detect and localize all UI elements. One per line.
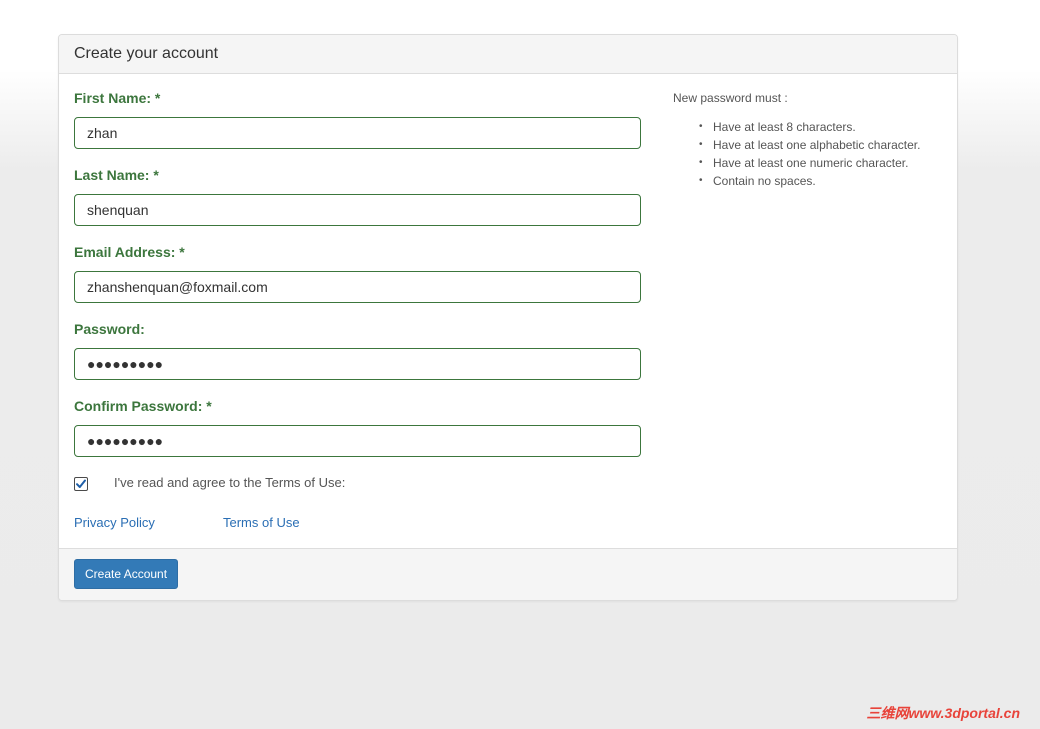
create-account-panel: Create your account First Name: * zhan L… (58, 34, 958, 601)
privacy-policy-link[interactable]: Privacy Policy (74, 515, 155, 530)
page-title: Create your account (74, 45, 219, 62)
last-name-label: Last Name: * (74, 167, 159, 183)
confirm-password-label: Confirm Password: * (74, 398, 212, 414)
first-name-value: zhan (87, 125, 118, 141)
create-account-button[interactable]: Create Account (74, 559, 179, 589)
password-label: Password: (74, 321, 145, 337)
password-input[interactable]: ●●●●●●●●● (74, 348, 641, 380)
last-name-value: shenquan (87, 202, 149, 218)
password-rules-title: New password must : (673, 91, 788, 105)
email-input[interactable]: zhanshenquan@foxmail.com (74, 271, 641, 303)
email-label: Email Address: * (74, 244, 185, 260)
terms-agree-label: I've read and agree to the Terms of Use: (114, 475, 346, 490)
panel-footer: Create Account (59, 548, 957, 600)
panel-heading: Create your account (59, 35, 957, 74)
email-value: zhanshenquan@foxmail.com (87, 279, 268, 295)
terms-checkbox[interactable] (74, 477, 88, 491)
password-rule-item: Have at least one numeric character. (691, 154, 920, 172)
watermark: 三维网www.3dportal.cn (866, 705, 1021, 721)
password-value: ●●●●●●●●● (87, 356, 164, 372)
confirm-password-value: ●●●●●●●●● (87, 433, 164, 449)
confirm-password-input[interactable]: ●●●●●●●●● (74, 425, 641, 457)
last-name-input[interactable]: shenquan (74, 194, 641, 226)
first-name-input[interactable]: zhan (74, 117, 641, 149)
terms-of-use-link[interactable]: Terms of Use (223, 515, 300, 530)
first-name-label: First Name: * (74, 90, 161, 106)
password-rules-list: Have at least 8 characters. Have at leas… (691, 118, 920, 190)
password-rule-item: Have at least one alphabetic character. (691, 136, 920, 154)
checkmark-icon (76, 479, 86, 488)
password-rule-item: Contain no spaces. (691, 172, 920, 190)
password-rule-item: Have at least 8 characters. (691, 118, 920, 136)
